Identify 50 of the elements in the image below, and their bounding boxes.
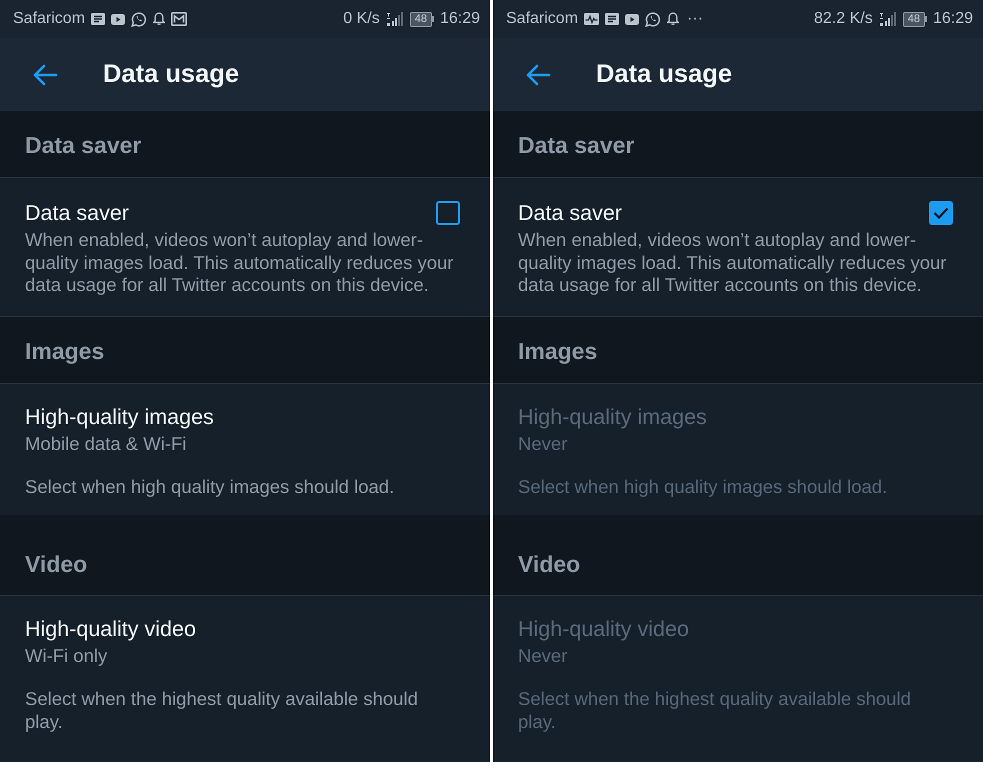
- setting-title: High-quality images: [518, 404, 708, 430]
- setting-description: Select when the highest quality available should play.: [25, 688, 419, 733]
- play-icon: [625, 14, 640, 24]
- setting-description: Select when the highest quality available should play.: [518, 688, 912, 733]
- document-icon: [91, 13, 106, 25]
- check-icon: [933, 207, 949, 219]
- setting-value: Mobile data & Wi-Fi: [25, 432, 188, 456]
- section-header: Data saver: [493, 111, 983, 178]
- setting-description: Select when high quality images should load.: [25, 476, 396, 498]
- more-notifications-indicator: ···: [687, 11, 704, 27]
- section-header: Data saver: [0, 111, 490, 178]
- section-header: Video: [493, 515, 983, 596]
- bell-icon: [153, 12, 166, 26]
- mail-icon: [171, 12, 188, 26]
- setting-value: Wi-Fi only: [25, 644, 108, 668]
- carrier-name: Safaricom: [506, 11, 578, 27]
- battery-indicator: 48: [410, 12, 434, 26]
- setting-title: High-quality images: [25, 404, 215, 430]
- setting-description: When enabled, videos won’t autoplay and lower-quality images load. This automatically reduces your data usage for all Twitter accounts on this device.: [25, 229, 454, 296]
- checkbox[interactable]: [436, 201, 460, 225]
- setting-title: Data saver: [25, 200, 129, 227]
- setting-title: Data saver: [518, 200, 622, 227]
- network-speed: 82.2 K/s: [814, 11, 873, 27]
- clock-time: 16:29: [440, 11, 480, 27]
- setting-title: High-quality video: [518, 616, 690, 643]
- setting-value: Never: [518, 432, 568, 456]
- clock-time: 16:29: [932, 11, 973, 27]
- setting-description: When enabled, videos won’t autoplay and lower-quality images load. This automatically reduces your data usage for all Twitter accounts on this device.: [518, 229, 948, 296]
- network-speed: 0 K/s: [343, 11, 380, 27]
- back-arrow-icon: [32, 64, 58, 86]
- section-header: Video: [0, 515, 490, 596]
- pulse-chart-icon: [584, 13, 600, 25]
- screen-title: Data usage: [103, 62, 240, 88]
- chat-bubble-icon: [131, 12, 148, 26]
- screen-title: Data usage: [596, 62, 732, 88]
- setting-title: High-quality video: [25, 616, 197, 643]
- chat-bubble-icon: [645, 12, 662, 26]
- back-arrow-icon: [525, 64, 551, 86]
- signal-icon: [878, 12, 897, 26]
- setting-value: Never: [518, 644, 568, 668]
- document-icon: [605, 13, 620, 25]
- bell-icon: [667, 12, 680, 26]
- battery-indicator: 48: [902, 12, 927, 26]
- setting-description: Select when high quality images should load.: [518, 476, 888, 498]
- carrier-name: Safaricom: [13, 11, 86, 27]
- play-icon: [111, 14, 126, 24]
- section-header: Images: [493, 316, 983, 384]
- section-header: Images: [0, 316, 490, 384]
- signal-icon: [386, 12, 404, 26]
- checkbox[interactable]: [929, 201, 953, 225]
